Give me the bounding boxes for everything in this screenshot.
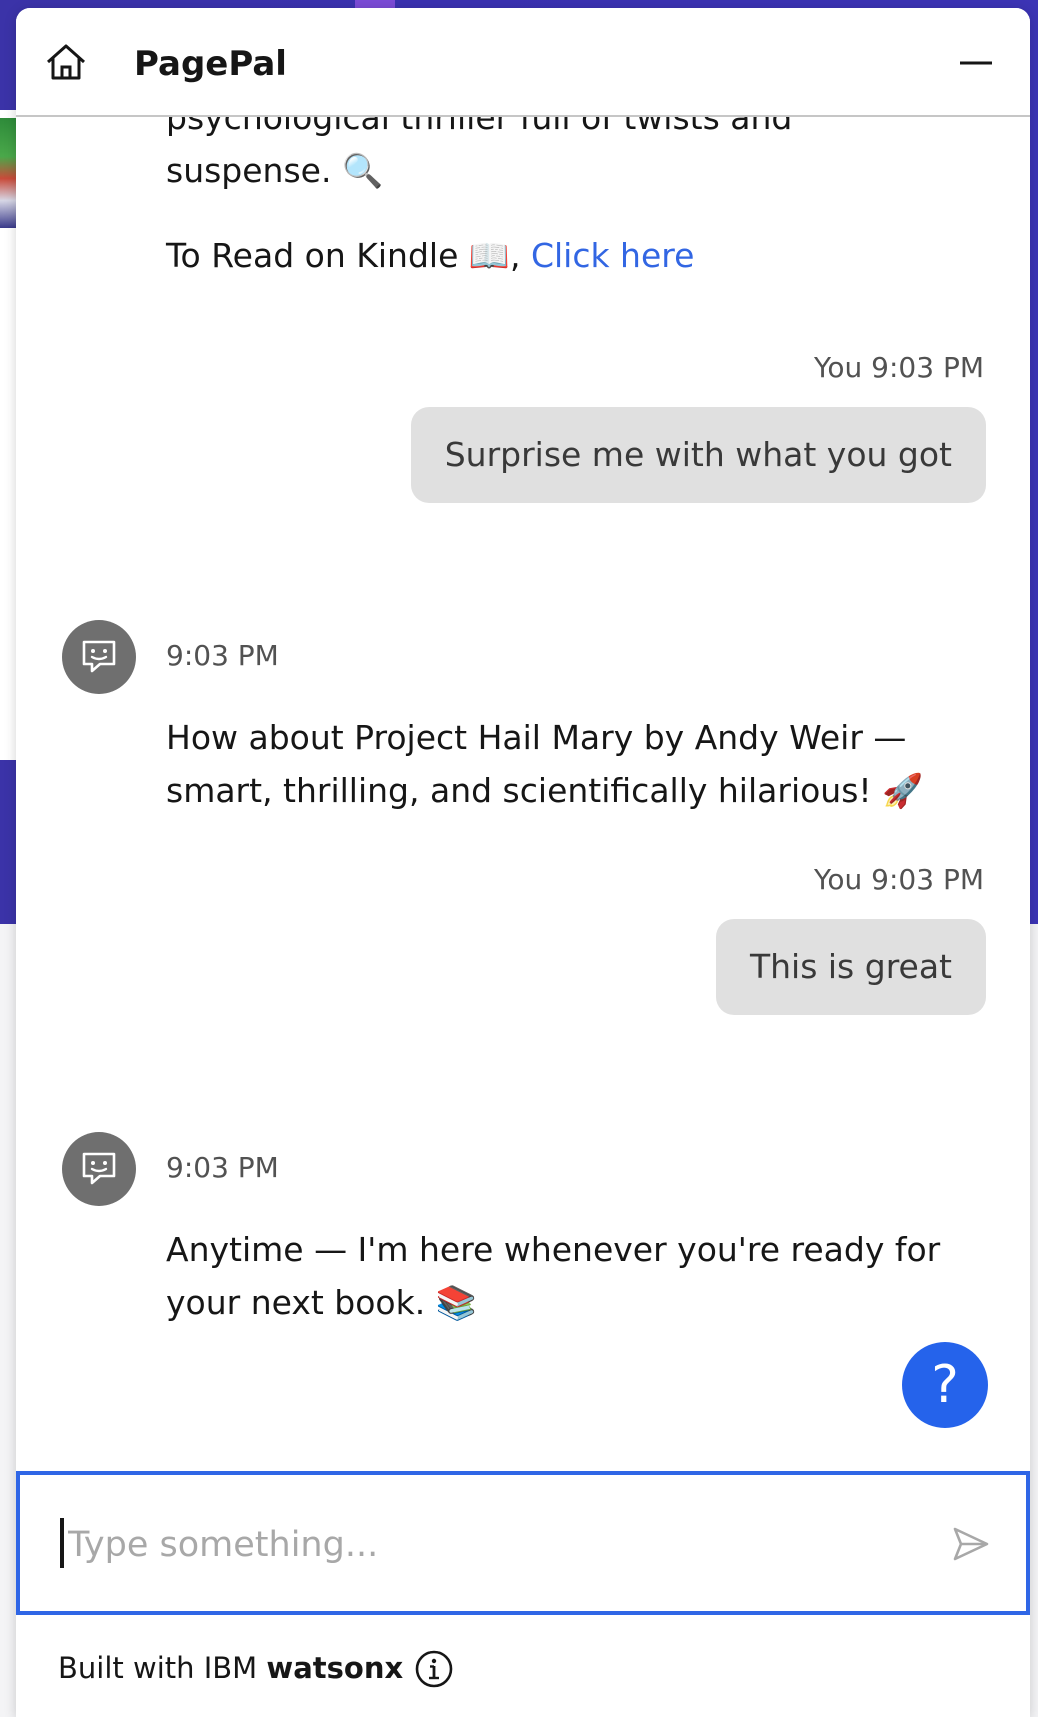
message-input-area [16, 1471, 1030, 1615]
footer-brand: watsonx [266, 1651, 404, 1685]
user-message-bubble: This is great [715, 919, 986, 1015]
bot-message-time: 9:03 PM [166, 639, 279, 672]
footer-prefix: Built with IBM [58, 1651, 267, 1685]
help-button[interactable]: ? [902, 1342, 988, 1428]
message-line: How about Project Hail Mary by Andy Weir… [166, 718, 907, 757]
home-icon [47, 44, 85, 80]
chat-header: PagePal [16, 8, 1030, 117]
user-message-meta: You 9:03 PM [814, 863, 984, 896]
message-line: smart, thrilling, and scientifically hil… [166, 771, 924, 810]
chat-bot-icon [82, 640, 116, 673]
chat-footer: Built with IBM watsonx [16, 1615, 1030, 1717]
bot-message-text: psychological thriller full of twists an… [166, 117, 986, 282]
home-button[interactable] [44, 40, 88, 84]
bot-avatar [62, 620, 136, 694]
user-message-meta: You 9:03 PM [814, 351, 984, 384]
message-line: your next book. 📚 [166, 1283, 477, 1322]
kindle-link[interactable]: Click here [531, 236, 695, 275]
chat-bot-icon [82, 1152, 116, 1185]
background-book-image [0, 118, 16, 228]
chat-title: PagePal [134, 44, 287, 84]
message-line: Anytime — I'm here whenever you're ready… [166, 1230, 941, 1269]
minimize-icon [960, 61, 992, 65]
minimize-button[interactable] [956, 48, 996, 78]
message-list[interactable]: psychological thriller full of twists an… [16, 117, 1030, 1477]
user-message-bubble: Surprise me with what you got [410, 407, 986, 503]
info-icon [415, 1650, 453, 1688]
kindle-line: To Read on Kindle 📖, Click here [166, 229, 986, 282]
text-cursor [60, 1518, 64, 1568]
footer-credit: Built with IBM watsonx [58, 1651, 403, 1685]
message-line: psychological thriller full of twists an… [166, 117, 793, 137]
bot-message-time: 9:03 PM [166, 1151, 279, 1184]
send-icon [953, 1527, 989, 1561]
bot-avatar [62, 1132, 136, 1206]
message-input[interactable] [66, 1513, 890, 1577]
bot-message-text: Anytime — I'm here whenever you're ready… [166, 1223, 986, 1329]
bot-message-text: How about Project Hail Mary by Andy Weir… [166, 711, 986, 817]
send-button[interactable] [950, 1523, 992, 1565]
message-line: suspense. 🔍 [166, 151, 384, 190]
info-button[interactable] [414, 1649, 454, 1689]
kindle-text: To Read on Kindle 📖, [166, 236, 531, 275]
chat-widget: PagePal psychological thriller full of t… [16, 8, 1030, 1717]
